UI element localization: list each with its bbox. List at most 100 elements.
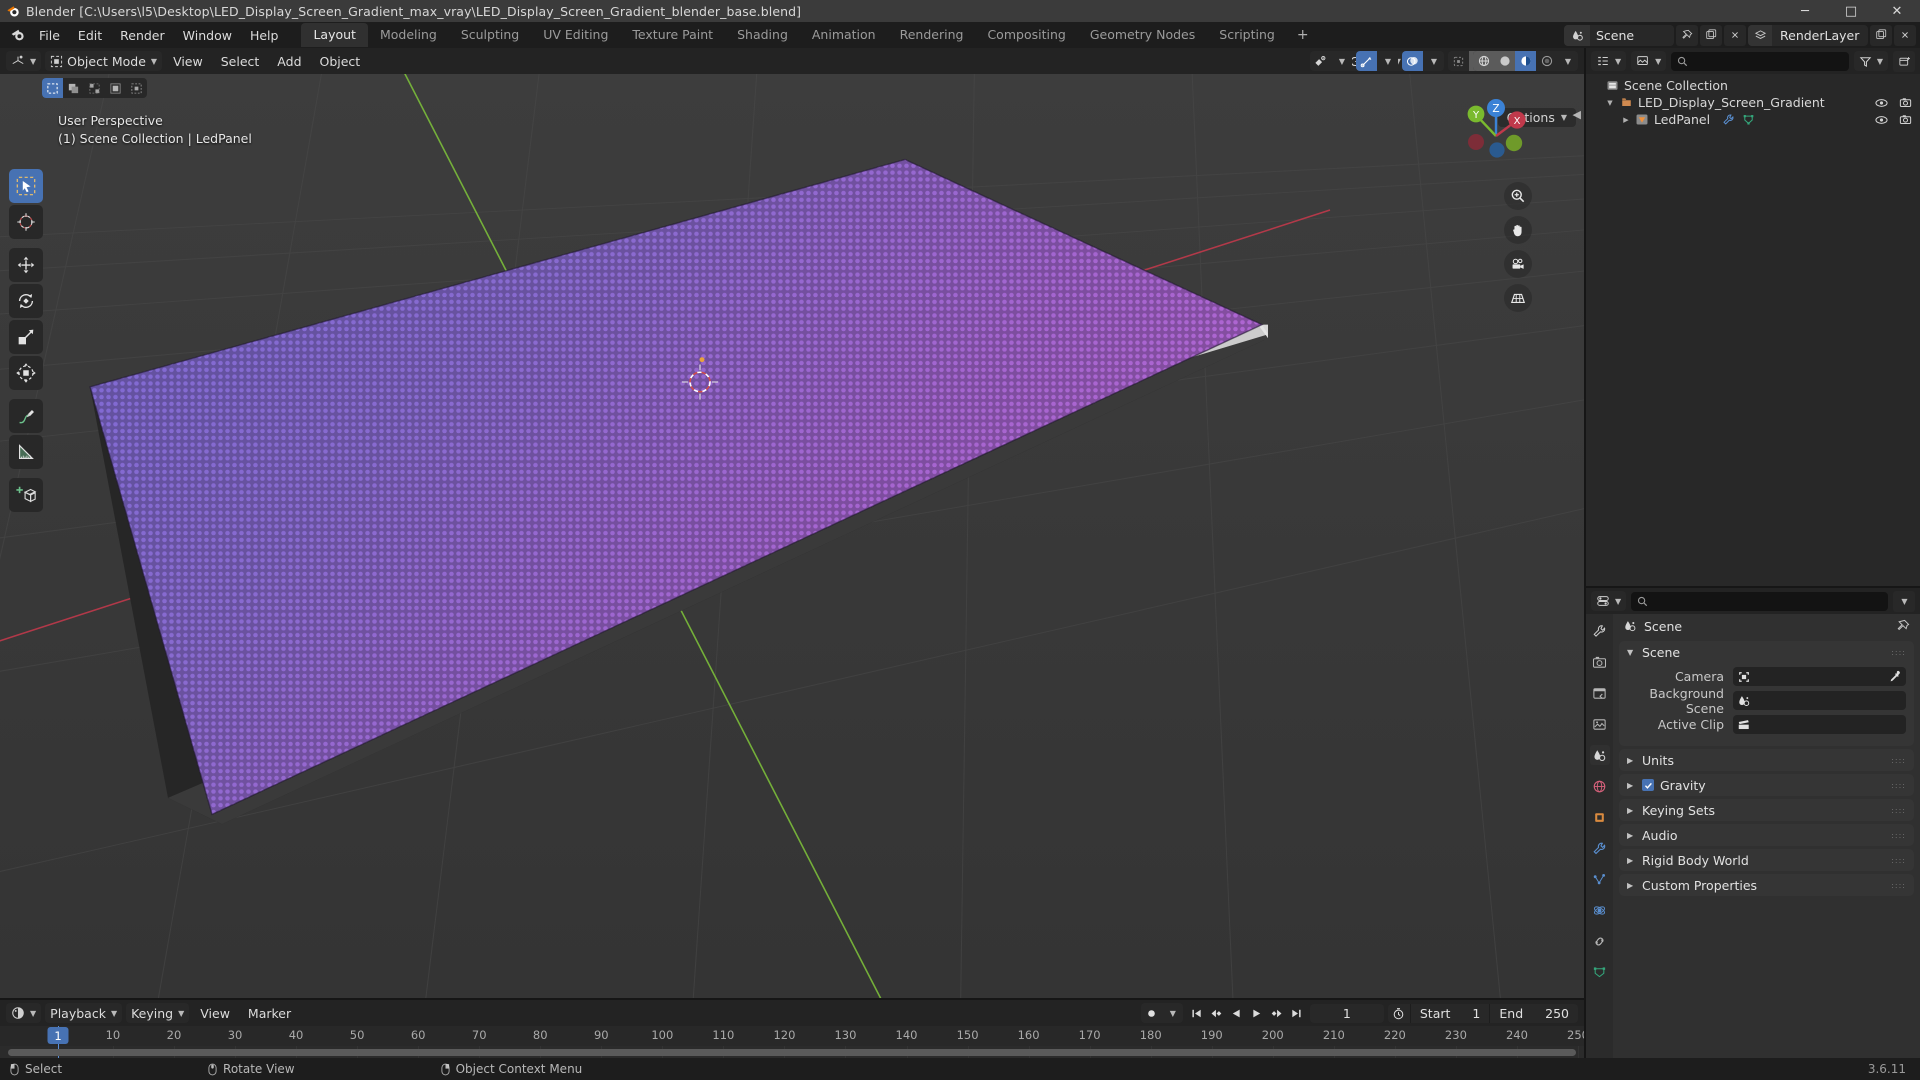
tab-shading[interactable]: Shading [725, 23, 800, 47]
select-extend-icon[interactable] [63, 78, 84, 98]
panel-keying-sets-header[interactable]: ▶ Keying Sets :::: [1619, 799, 1914, 821]
timeline-ruler[interactable]: 1102030405060708090100110120130140150160… [0, 1026, 1584, 1046]
outliner-row-object[interactable]: ▶ LedPanel [1586, 111, 1920, 128]
play-reverse-button[interactable] [1227, 1004, 1246, 1023]
modifier-icon[interactable] [1722, 113, 1735, 126]
view-layer-selector[interactable]: RenderLayer [1748, 24, 1868, 46]
outliner-row-collection[interactable]: ▼ LED_Display_Screen_Gradient [1586, 94, 1920, 111]
interaction-mode-selector[interactable]: Object Mode ▼ [45, 51, 163, 71]
view-layer-tab[interactable] [1590, 714, 1610, 734]
previous-keyframe-button[interactable] [1207, 1004, 1226, 1023]
outliner-row-scene-collection[interactable]: Scene Collection [1586, 77, 1920, 94]
viewport-sidebar-toggle[interactable]: ◀ [1573, 108, 1581, 121]
drag-handle-icon[interactable]: :::: [1891, 856, 1906, 865]
new-view-layer-icon[interactable] [1870, 24, 1892, 46]
show-gizmo-icon[interactable] [1356, 51, 1377, 71]
delete-scene-icon[interactable] [1724, 24, 1746, 46]
tab-texture-paint[interactable]: Texture Paint [620, 23, 725, 47]
measure-tool[interactable] [9, 435, 43, 469]
panel-custom-properties-header[interactable]: ▶ Custom Properties :::: [1619, 874, 1914, 896]
panel-rigid-body-world-header[interactable]: ▶ Rigid Body World :::: [1619, 849, 1914, 871]
panel-units-header[interactable]: ▶ Units :::: [1619, 749, 1914, 771]
menu-render[interactable]: Render [111, 26, 174, 45]
outliner-tree[interactable]: Scene Collection ▼ LED_Display_Screen_Gr… [1586, 74, 1920, 586]
select-invert-icon[interactable] [105, 78, 126, 98]
start-frame-field[interactable]: Start 1 [1409, 1003, 1490, 1023]
physics-tab[interactable] [1590, 900, 1610, 920]
properties-editor-type-selector[interactable]: ▼ [1591, 591, 1627, 611]
active-clip-field[interactable] [1733, 715, 1906, 734]
viewport-menu-object[interactable]: Object [313, 51, 368, 71]
annotate-tool[interactable] [9, 399, 43, 433]
auto-keying-dropdown-icon[interactable]: ▼ [1162, 1003, 1183, 1023]
solid-shading-icon[interactable] [1494, 51, 1515, 71]
rendered-shading-icon[interactable] [1536, 51, 1557, 71]
add-cube-tool[interactable] [9, 478, 43, 512]
object-visibility-icon[interactable] [1310, 51, 1331, 71]
modifier-tab[interactable] [1590, 838, 1610, 858]
background-scene-field[interactable] [1733, 691, 1906, 710]
current-frame-field[interactable]: 1 [1309, 1003, 1384, 1023]
render-tab[interactable] [1590, 652, 1610, 672]
perspective-grid-icon[interactable] [1504, 284, 1532, 312]
outliner-editor-type-selector[interactable]: ▼ [1591, 51, 1627, 71]
outliner-filter-button[interactable]: ▼ [1853, 51, 1888, 71]
data-tab[interactable] [1590, 962, 1610, 982]
next-keyframe-button[interactable] [1267, 1004, 1286, 1023]
hide-in-viewport-icon[interactable] [1875, 98, 1888, 108]
use-preview-range-icon[interactable] [1388, 1007, 1410, 1020]
disable-in-renders-icon[interactable] [1899, 97, 1912, 108]
tab-sculpting[interactable]: Sculpting [449, 23, 531, 47]
scale-tool[interactable] [9, 320, 43, 354]
drag-handle-icon[interactable]: :::: [1891, 781, 1906, 790]
visibility-dropdown-icon[interactable]: ▼ [1331, 51, 1352, 71]
maximize-button[interactable]: □ [1828, 0, 1874, 22]
jump-to-end-button[interactable] [1287, 1004, 1306, 1023]
timeline-menu-view[interactable]: View [193, 1003, 237, 1023]
select-intersect-icon[interactable] [126, 78, 147, 98]
menu-file[interactable]: File [30, 26, 69, 45]
menu-window[interactable]: Window [174, 26, 241, 45]
timeline-track[interactable] [0, 1046, 1584, 1058]
move-tool[interactable] [9, 248, 43, 282]
viewport-canvas[interactable]: User Perspective (1) Scene Collection | … [0, 74, 1584, 998]
drag-handle-icon[interactable]: :::: [1891, 756, 1906, 765]
pin-scene-icon[interactable] [1676, 24, 1698, 46]
timeline-menu-marker[interactable]: Marker [241, 1003, 298, 1023]
expand-triangle-collapsed-icon[interactable]: ▶ [1619, 116, 1633, 124]
material-preview-shading-icon[interactable] [1515, 51, 1536, 71]
navigation-gizmo[interactable]: Z Y X [1454, 90, 1538, 174]
properties-options-button[interactable]: ▼ [1893, 590, 1915, 612]
select-set-icon[interactable] [42, 78, 63, 98]
scene-tab[interactable] [1589, 745, 1610, 765]
panel-gravity-header[interactable]: ▶ Gravity :::: [1619, 774, 1914, 796]
tab-layout[interactable]: Layout [301, 23, 368, 47]
tab-geometry-nodes[interactable]: Geometry Nodes [1078, 23, 1207, 47]
object-tab[interactable] [1590, 807, 1610, 827]
mesh-data-icon[interactable] [1742, 113, 1755, 126]
shading-dropdown-icon[interactable]: ▼ [1557, 51, 1578, 71]
close-button[interactable]: ✕ [1874, 0, 1920, 22]
editor-type-selector[interactable]: ▼ [6, 51, 42, 71]
scene-selector[interactable]: Scene [1564, 24, 1674, 46]
toggle-xray-icon[interactable] [1448, 51, 1469, 71]
tab-scripting[interactable]: Scripting [1207, 23, 1287, 47]
output-tab[interactable] [1590, 683, 1610, 703]
cursor-tool[interactable] [9, 205, 43, 239]
menu-help[interactable]: Help [241, 26, 288, 45]
auto-keyframe-icon[interactable] [1141, 1003, 1162, 1023]
tab-compositing[interactable]: Compositing [975, 23, 1077, 47]
camera-field[interactable] [1733, 667, 1906, 686]
disable-in-renders-icon[interactable] [1899, 114, 1912, 125]
tab-modeling[interactable]: Modeling [368, 23, 449, 47]
eyedropper-icon[interactable] [1888, 670, 1901, 683]
zoom-icon[interactable] [1504, 182, 1532, 210]
viewport-menu-view[interactable]: View [166, 51, 210, 71]
properties-search-input[interactable] [1631, 591, 1888, 611]
outliner-search-input[interactable] [1671, 51, 1849, 71]
camera-icon[interactable] [1504, 250, 1532, 278]
remove-view-layer-icon[interactable] [1894, 24, 1916, 46]
blender-menu-icon[interactable] [6, 26, 30, 44]
pin-id-icon[interactable] [1896, 619, 1910, 633]
show-overlays-icon[interactable] [1402, 51, 1423, 71]
